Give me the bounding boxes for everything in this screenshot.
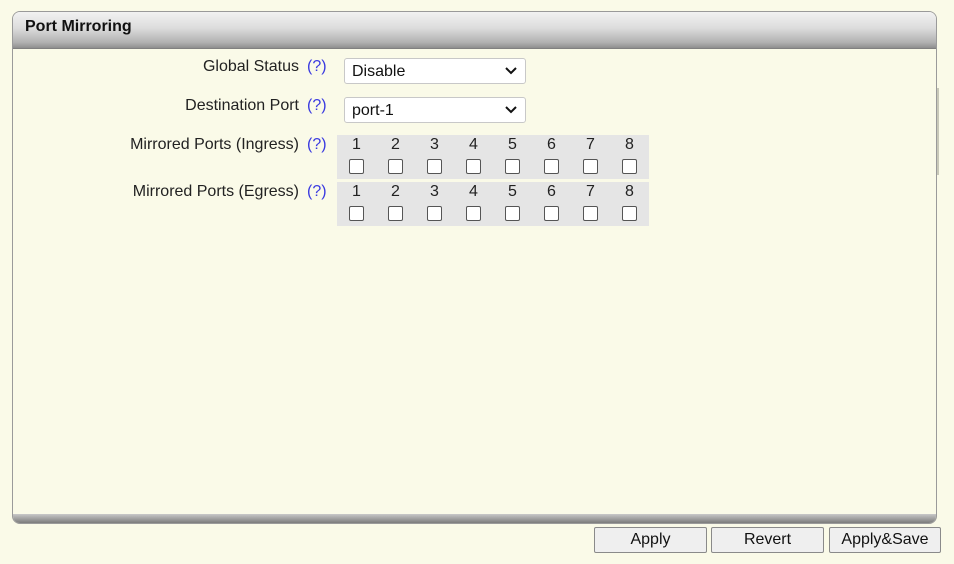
mirrored-ports-egress-help-link[interactable]: (?) — [307, 183, 327, 201]
port-number: 6 — [547, 183, 556, 200]
ingress-port-checkbox[interactable] — [544, 159, 559, 174]
revert-button[interactable]: Revert — [711, 527, 824, 553]
destination-port-selected-value: port-1 — [352, 102, 394, 119]
global-status-select[interactable]: Disable — [344, 58, 526, 84]
egress-port-cell: 5 — [493, 182, 532, 226]
ingress-port-cell: 7 — [571, 135, 610, 179]
ingress-port-cell: 2 — [376, 135, 415, 179]
ingress-port-grid: 1 2 3 4 5 6 7 8 — [337, 135, 649, 179]
chevron-down-icon — [505, 106, 517, 114]
egress-port-cell: 7 — [571, 182, 610, 226]
egress-port-checkbox[interactable] — [466, 206, 481, 221]
global-status-label: Global Status — [202, 58, 299, 75]
ingress-port-cell: 1 — [337, 135, 376, 179]
port-number: 4 — [469, 136, 478, 153]
panel-header: Port Mirroring — [13, 12, 936, 49]
mirrored-ports-egress-label: Mirrored Ports (Egress) — [132, 183, 299, 200]
ingress-port-cell: 6 — [532, 135, 571, 179]
egress-port-checkbox[interactable] — [583, 206, 598, 221]
ingress-port-cell: 3 — [415, 135, 454, 179]
egress-port-checkbox[interactable] — [622, 206, 637, 221]
port-number: 6 — [547, 136, 556, 153]
egress-port-cell: 2 — [376, 182, 415, 226]
egress-port-cell: 6 — [532, 182, 571, 226]
panel-footer-bar — [13, 514, 936, 523]
ingress-port-checkbox[interactable] — [466, 159, 481, 174]
port-number: 4 — [469, 183, 478, 200]
egress-port-cell: 8 — [610, 182, 649, 226]
ingress-port-checkbox[interactable] — [622, 159, 637, 174]
egress-port-checkbox[interactable] — [544, 206, 559, 221]
egress-port-checkbox[interactable] — [349, 206, 364, 221]
ingress-port-checkbox[interactable] — [349, 159, 364, 174]
port-number: 2 — [391, 183, 400, 200]
global-status-help-link[interactable]: (?) — [307, 58, 327, 76]
mirrored-ports-ingress-help-link[interactable]: (?) — [307, 136, 327, 154]
ingress-port-checkbox[interactable] — [505, 159, 520, 174]
port-number: 1 — [352, 183, 361, 200]
ingress-port-checkbox[interactable] — [583, 159, 598, 174]
ingress-port-cell: 8 — [610, 135, 649, 179]
port-mirroring-panel: Port Mirroring — [12, 11, 937, 524]
port-number: 5 — [508, 136, 517, 153]
ingress-port-checkbox[interactable] — [427, 159, 442, 174]
port-number: 3 — [430, 183, 439, 200]
ingress-port-cell: 4 — [454, 135, 493, 179]
port-number: 7 — [586, 136, 595, 153]
destination-port-label: Destination Port — [185, 97, 299, 114]
port-number: 5 — [508, 183, 517, 200]
egress-port-cell: 1 — [337, 182, 376, 226]
port-number: 8 — [625, 183, 634, 200]
port-number: 8 — [625, 136, 634, 153]
chevron-down-icon — [505, 67, 517, 75]
port-number: 7 — [586, 183, 595, 200]
right-edge-mark — [937, 88, 939, 175]
port-number: 1 — [352, 136, 361, 153]
port-number: 3 — [430, 136, 439, 153]
destination-port-help-link[interactable]: (?) — [307, 97, 327, 115]
apply-button[interactable]: Apply — [594, 527, 707, 553]
egress-port-grid: 1 2 3 4 5 6 7 8 — [337, 182, 649, 226]
egress-port-cell: 4 — [454, 182, 493, 226]
egress-port-checkbox[interactable] — [505, 206, 520, 221]
apply-and-save-button[interactable]: Apply&Save — [829, 527, 941, 553]
mirrored-ports-ingress-label: Mirrored Ports (Ingress) — [130, 136, 299, 153]
egress-port-checkbox[interactable] — [427, 206, 442, 221]
panel-title: Port Mirroring — [25, 18, 132, 35]
global-status-selected-value: Disable — [352, 63, 406, 80]
ingress-port-checkbox[interactable] — [388, 159, 403, 174]
egress-port-cell: 3 — [415, 182, 454, 226]
egress-port-checkbox[interactable] — [388, 206, 403, 221]
destination-port-select[interactable]: port-1 — [344, 97, 526, 123]
ingress-port-cell: 5 — [493, 135, 532, 179]
port-number: 2 — [391, 136, 400, 153]
